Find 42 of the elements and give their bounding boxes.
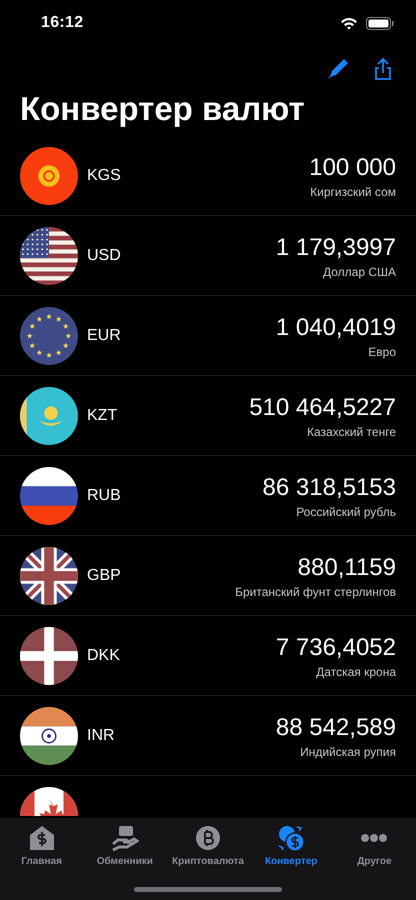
currency-code: EUR — [87, 326, 122, 344]
currency-code: RUB — [87, 486, 122, 504]
currency-name: Датская крона — [316, 664, 396, 678]
currency-name: Казахский тенге — [306, 424, 396, 438]
currency-amount[interactable]: 1 040,4019 — [276, 312, 396, 342]
more-icon — [360, 834, 388, 842]
currency-name: Британский фунт стерлингов — [235, 584, 396, 598]
currency-name: Доллар США — [322, 264, 396, 278]
currency-amount[interactable]: 1 179,3997 — [276, 232, 396, 262]
flag-icon — [20, 706, 78, 764]
house-dollar-icon — [28, 824, 56, 852]
tab-item[interactable]: Криптовалюта — [166, 824, 250, 867]
page-title: Конвертер валют — [19, 89, 306, 129]
tab-item[interactable]: Конвертер — [250, 824, 333, 867]
currency-amount[interactable]: 880,1159 — [298, 552, 396, 582]
currency-code: DKK — [87, 646, 121, 664]
currency-code: INR — [87, 726, 116, 744]
flag-icon — [20, 466, 78, 524]
wifi-icon — [340, 16, 358, 30]
status-time: 16:12 — [41, 14, 84, 32]
currency-name: Российский рубль — [296, 504, 396, 518]
currency-code: KGS — [87, 166, 122, 184]
currency-name: Индийская рупия — [300, 744, 396, 758]
bitcoin-icon — [194, 824, 222, 852]
currency-amount[interactable]: 510 464,5227 — [249, 392, 396, 422]
currency-code: USD — [87, 246, 122, 264]
currency-amount[interactable]: 88 542,589 — [276, 712, 396, 742]
currency-name: Евро — [368, 344, 396, 358]
currency-exchange-icon — [277, 824, 306, 852]
battery-icon — [366, 16, 394, 30]
tab-item[interactable]: Другое — [332, 824, 416, 867]
hand-icon — [110, 824, 139, 852]
tab-item[interactable]: Обменники — [83, 824, 166, 867]
currency-amount[interactable]: 100 000 — [309, 152, 396, 182]
currency-amount[interactable]: 86 318,5153 — [262, 472, 396, 502]
currency-name: Киргизский сом — [310, 184, 396, 198]
pencil-icon[interactable] — [326, 57, 350, 81]
currency-code: GBP — [87, 566, 122, 584]
currency-amount[interactable]: 7 736,4052 — [276, 632, 396, 662]
currency-code: KZT — [87, 406, 118, 424]
tab-item[interactable]: Главная — [0, 824, 84, 867]
flag-icon — [20, 226, 78, 284]
